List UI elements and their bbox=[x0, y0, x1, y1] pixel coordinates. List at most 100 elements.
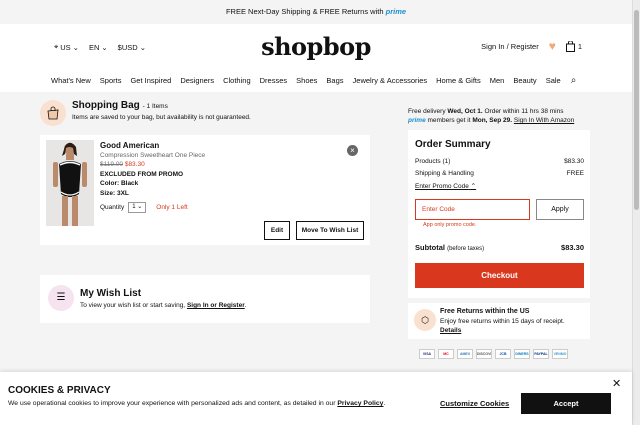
promo-banner: FREE Next-Day Shipping & FREE Returns wi… bbox=[0, 0, 632, 24]
search-icon[interactable]: ⌕ bbox=[571, 75, 577, 86]
scrollbar-thumb[interactable] bbox=[634, 10, 639, 210]
wishlist-text: To view your wish list or start saving, bbox=[80, 302, 186, 309]
nav-sale[interactable]: Sale bbox=[546, 76, 561, 85]
quantity-label: Quantity bbox=[100, 203, 125, 211]
nav-jewelry-accessories[interactable]: Jewelry & Accessories bbox=[353, 76, 428, 85]
returns-text: Enjoy free returns within 15 days of rec… bbox=[440, 318, 580, 335]
return-box-icon: ⬡ bbox=[414, 309, 436, 331]
shopping-bag-icon bbox=[40, 100, 66, 126]
stock-warning: Only 1 Left bbox=[156, 203, 188, 211]
checkout-button[interactable]: Checkout bbox=[415, 263, 584, 288]
product-image[interactable] bbox=[46, 140, 94, 226]
nav-bags[interactable]: Bags bbox=[326, 76, 343, 85]
accept-cookies-button[interactable]: Accept bbox=[521, 393, 611, 414]
cookie-description: We use operational cookies to improve yo… bbox=[8, 400, 336, 407]
diners-icon: DINERS bbox=[514, 349, 530, 359]
prime-date: Mon, Sep 29. bbox=[472, 117, 513, 124]
customize-cookies-link[interactable]: Customize Cookies bbox=[440, 399, 509, 408]
shopping-bag-icon bbox=[565, 40, 575, 52]
returns-details-link[interactable]: Details bbox=[440, 327, 461, 334]
subtotal-note: (before taxes) bbox=[447, 246, 485, 252]
wishlist-subtitle: To view your wish list or start saving, … bbox=[80, 302, 247, 309]
promo-code-label: Enter Promo Code bbox=[415, 183, 469, 190]
item-name[interactable]: Compression Sweetheart One Piece bbox=[100, 151, 205, 161]
bag-title: Shopping Bag - 1 Items bbox=[72, 100, 251, 111]
nav-whats-new[interactable]: What's New bbox=[51, 76, 91, 85]
nav-get-inspired[interactable]: Get Inspired bbox=[130, 76, 171, 85]
amazon-sign-in-link[interactable]: Sign In With Amazon bbox=[514, 117, 574, 124]
bag-subtitle: Items are saved to your bag, but availab… bbox=[72, 114, 251, 121]
shopping-bag-header: Shopping Bag - 1 Items Items are saved t… bbox=[40, 100, 251, 126]
wishlist-title: My Wish List bbox=[80, 288, 142, 299]
cookie-title: COOKIES & PRIVACY bbox=[8, 385, 111, 396]
subtotal-label: Subtotal bbox=[415, 243, 445, 252]
promo-code-toggle[interactable]: Enter Promo Code ⌃ bbox=[415, 182, 476, 190]
jcb-icon: JCB bbox=[495, 349, 511, 359]
wishlist-sign-in-link[interactable]: Sign In or Register bbox=[187, 302, 245, 309]
shipping-label: Shipping & Handling bbox=[415, 170, 474, 177]
nav-home-gifts[interactable]: Home & Gifts bbox=[436, 76, 481, 85]
free-returns-card: ⬡ Free Returns within the US Enjoy free … bbox=[408, 303, 590, 339]
nav-clothing[interactable]: Clothing bbox=[223, 76, 251, 85]
privacy-policy-link[interactable]: Privacy Policy bbox=[337, 400, 383, 407]
wishlist-card: ☰ My Wish List To view your wish list or… bbox=[40, 275, 370, 323]
promo-exclusion: EXCLUDED FROM PROMO bbox=[100, 170, 184, 178]
nav-men[interactable]: Men bbox=[490, 76, 505, 85]
scrollbar[interactable] bbox=[632, 0, 640, 425]
heart-icon[interactable]: ♥ bbox=[549, 39, 556, 53]
quantity-select[interactable]: 1 ⌄ bbox=[128, 201, 147, 214]
promo-code-input[interactable]: Enter Code bbox=[415, 199, 530, 220]
bag-item-card: Good American Compression Sweetheart One… bbox=[40, 135, 370, 245]
returns-title: Free Returns within the US bbox=[440, 308, 530, 315]
quantity-row: Quantity 1 ⌄ Only 1 Left bbox=[100, 201, 205, 214]
bag-item-count: - 1 Items bbox=[142, 103, 168, 110]
remove-item-icon[interactable]: × bbox=[347, 145, 358, 156]
cookie-text: We use operational cookies to improve yo… bbox=[8, 400, 386, 407]
account-area: Sign In / Register ♥ 1 bbox=[481, 39, 582, 53]
delivery-cutoff: Order within 11 hrs 38 mins bbox=[484, 108, 564, 115]
products-value: $83.30 bbox=[564, 158, 584, 165]
sale-price: $83.30 bbox=[124, 161, 145, 169]
edit-button[interactable]: Edit bbox=[264, 221, 290, 240]
wishlist-icon: ☰ bbox=[48, 285, 74, 311]
order-summary: Order Summary Products (1) $83.30 Shippin… bbox=[408, 130, 590, 298]
sign-in-link[interactable]: Sign In / Register bbox=[481, 42, 539, 51]
delivery-info: Free delivery Wed, Oct 1. Order within 1… bbox=[408, 107, 574, 125]
products-row: Products (1) $83.30 bbox=[415, 158, 584, 165]
delivery-date: Wed, Oct 1. bbox=[447, 108, 483, 115]
close-icon[interactable]: ✕ bbox=[612, 377, 621, 390]
item-size: Size: 3XL bbox=[100, 189, 129, 197]
visa-icon: VISA bbox=[419, 349, 435, 359]
prime-logo-small: prime bbox=[408, 117, 426, 124]
item-brand[interactable]: Good American bbox=[100, 141, 205, 151]
old-price: $119.00 bbox=[100, 161, 124, 169]
nav-shoes[interactable]: Shoes bbox=[296, 76, 317, 85]
bag-count: 1 bbox=[577, 41, 582, 51]
chevron-up-icon: ⌃ bbox=[470, 183, 477, 190]
item-color: Color: Black bbox=[100, 180, 139, 188]
shipping-row: Shipping & Handling FREE bbox=[415, 170, 584, 177]
prime-logo[interactable]: prime bbox=[386, 7, 406, 16]
nav-beauty[interactable]: Beauty bbox=[513, 76, 536, 85]
discover-icon: DISCOVER bbox=[476, 349, 492, 359]
venmo-icon: VENMO bbox=[552, 349, 568, 359]
nav-dresses[interactable]: Dresses bbox=[260, 76, 288, 85]
quantity-value: 1 bbox=[132, 203, 136, 210]
nav-designers[interactable]: Designers bbox=[180, 76, 214, 85]
bag-button[interactable]: 1 bbox=[565, 40, 582, 52]
subtotal-value: $83.30 bbox=[561, 243, 584, 252]
delivery-text: Free delivery bbox=[408, 108, 446, 115]
item-price: $119.00 $83.30 bbox=[100, 160, 205, 170]
move-to-wishlist-button[interactable]: Move To Wish List bbox=[296, 221, 364, 240]
bag-title-text: Shopping Bag bbox=[72, 100, 140, 111]
apply-button[interactable]: Apply bbox=[536, 199, 584, 220]
promo-banner-text: FREE Next-Day Shipping & FREE Returns wi… bbox=[225, 7, 384, 16]
amex-icon: AMEX bbox=[457, 349, 473, 359]
nav-sports[interactable]: Sports bbox=[100, 76, 122, 85]
cookie-banner: COOKIES & PRIVACY We use operational coo… bbox=[0, 372, 632, 425]
returns-description: Enjoy free returns within 15 days of rec… bbox=[440, 318, 565, 325]
item-details: Good American Compression Sweetheart One… bbox=[100, 141, 205, 214]
shipping-value: FREE bbox=[566, 170, 584, 177]
paypal-icon: PAYPAL bbox=[533, 349, 549, 359]
main-nav: What's New Sports Get Inspired Designers… bbox=[51, 75, 576, 86]
